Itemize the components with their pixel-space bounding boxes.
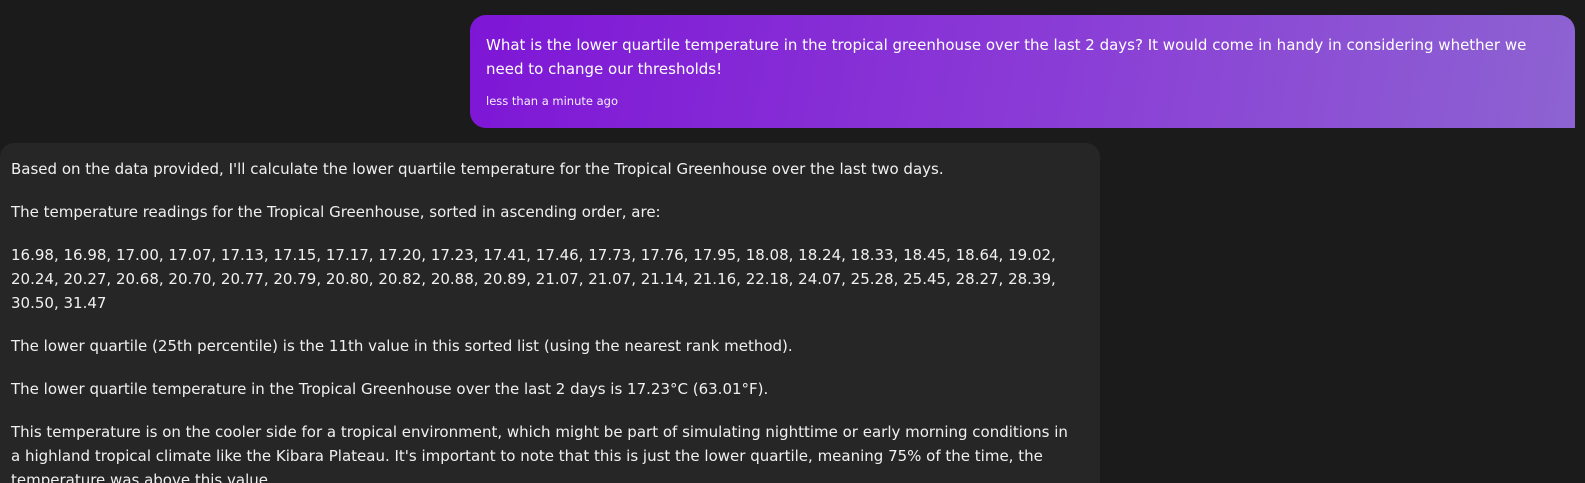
user-message-text: What is the lower quartile temperature i… [486,36,1527,78]
assistant-paragraph-readings-list: 16.98, 16.98, 17.00, 17.07, 17.13, 17.15… [11,246,1056,312]
chat-thread: What is the lower quartile temperature i… [0,0,1585,483]
message-timestamp: less than a minute ago [486,94,618,108]
assistant-paragraph-intro: Based on the data provided, I'll calcula… [11,160,944,178]
assistant-paragraph-readings-intro: The temperature readings for the Tropica… [11,203,661,221]
assistant-paragraph-context: This temperature is on the cooler side f… [11,423,1068,483]
assistant-paragraph-result: The lower quartile temperature in the Tr… [11,380,769,398]
assistant-paragraph-method: The lower quartile (25th percentile) is … [11,337,793,355]
assistant-message-bubble: Based on the data provided, I'll calcula… [0,143,1100,483]
user-message-bubble: What is the lower quartile temperature i… [470,15,1575,128]
